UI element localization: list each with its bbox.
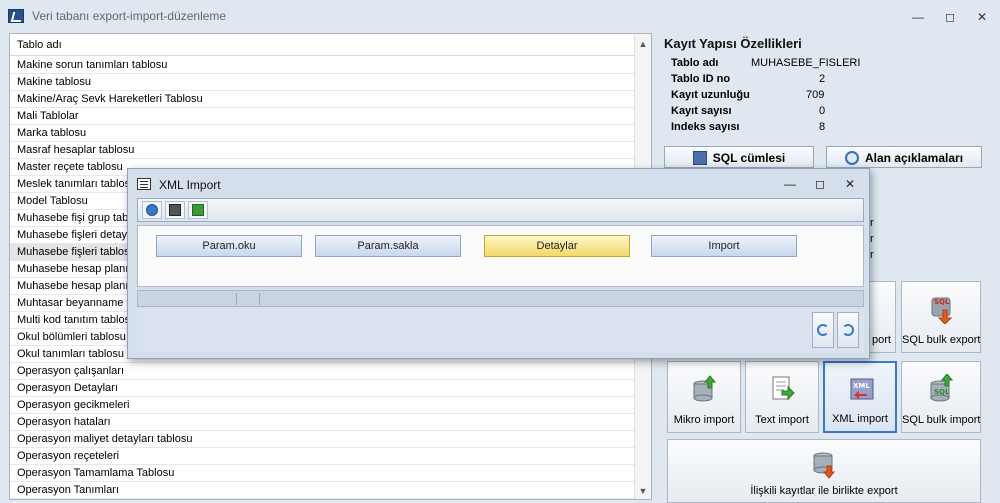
dialog-restore-button[interactable]: ◻ <box>808 176 832 192</box>
sql-icon <box>692 151 707 165</box>
prop-label: Kayıt uzunluğu <box>671 89 750 101</box>
field-descriptions-label: Alan açıklamaları <box>864 151 964 165</box>
sql-statement-button[interactable]: SQL cümlesi <box>664 146 814 168</box>
import-button[interactable]: Import <box>651 235 797 257</box>
scroll-down-icon[interactable]: ▼ <box>635 483 651 499</box>
prop-value: MUHASEBE_FISLERI <box>751 57 861 69</box>
table-list-item[interactable]: Operasyon gecikmeleri <box>10 397 635 414</box>
prop-value: 8 <box>819 121 826 133</box>
edit-form-icon[interactable] <box>188 201 208 219</box>
xml-import-label: XML import <box>832 413 888 425</box>
svg-text:SQL: SQL <box>934 388 950 396</box>
sql-bulk-export-tile[interactable]: SQL SQL bulk export <box>901 281 981 353</box>
mikro-import-label: Mikro import <box>673 414 735 426</box>
mikro-import-tile[interactable]: Mikro import <box>667 361 741 433</box>
undo-icon[interactable] <box>837 312 859 348</box>
sql-bulk-import-tile[interactable]: SQL SQL bulk import <box>901 361 981 433</box>
database-export-icon <box>813 452 836 479</box>
table-list-item[interactable]: Operasyon reçeteleri <box>10 448 635 465</box>
obscured-text: r <box>870 217 874 229</box>
table-list-header[interactable]: Tablo adı <box>10 34 635 56</box>
obscured-text: r <box>870 249 874 261</box>
prop-value: 0 <box>819 105 826 117</box>
xml-import-tile[interactable]: XML XML import <box>823 361 897 433</box>
grid-divider <box>236 293 237 305</box>
magnifier-icon <box>844 151 859 165</box>
related-records-export-label: İlişkili kayıtlar ile birlikte export <box>750 485 898 497</box>
dialog-close-button[interactable]: ✕ <box>838 176 862 192</box>
sql-bulk-import-label: SQL bulk import <box>902 414 981 426</box>
text-import-icon <box>772 376 795 401</box>
table-list-item[interactable]: Makine/Araç Sevk Hareketleri Tablosu <box>10 91 635 108</box>
dialog-actions: Param.oku Param.sakla Detaylar Import <box>137 225 864 287</box>
dialog-minimize-button[interactable]: — <box>778 176 802 192</box>
table-list-item[interactable]: Mali Tablolar <box>10 108 635 125</box>
table-list-item[interactable]: Masraf hesaplar tablosu <box>10 142 635 159</box>
close-button[interactable]: ✕ <box>969 8 995 26</box>
svg-text:SQL: SQL <box>934 298 950 306</box>
sql-bulk-export-label: SQL bulk export <box>902 334 981 346</box>
field-descriptions-button[interactable]: Alan açıklamaları <box>826 146 982 168</box>
text-import-label: Text import <box>755 414 809 426</box>
details-button[interactable]: Detaylar <box>484 235 630 257</box>
refresh-icon[interactable] <box>812 312 834 348</box>
table-list-item[interactable]: Operasyon Detayları <box>10 380 635 397</box>
svg-text:XML: XML <box>853 382 870 390</box>
xml-import-icon: XML <box>850 378 874 400</box>
calculator-icon[interactable] <box>165 201 185 219</box>
dialog-title: XML Import <box>159 178 221 192</box>
window-title: Veri tabanı export-import-düzenleme <box>32 9 227 23</box>
restore-button[interactable]: ◻ <box>937 8 963 26</box>
prop-value: 709 <box>806 89 825 101</box>
prop-value: 2 <box>819 73 826 85</box>
prop-label: Kayıt sayısı <box>671 105 732 117</box>
sql-import-icon: SQL <box>930 374 954 402</box>
table-list-item[interactable]: Operasyon hataları <box>10 414 635 431</box>
table-list-item[interactable]: Makine sorun tanımları tablosu <box>10 57 635 74</box>
save-params-button[interactable]: Param.sakla <box>315 235 461 257</box>
database-import-icon <box>693 375 717 402</box>
table-list-item[interactable]: Operasyon çalışanları <box>10 363 635 380</box>
properties-title: Kayıt Yapısı Özellikleri <box>664 36 802 51</box>
prop-label: Tablo adı <box>671 57 719 69</box>
dialog-toolbar <box>137 198 864 222</box>
prop-label: Indeks sayısı <box>671 121 740 133</box>
table-list-item[interactable]: Operasyon Tanımları <box>10 482 635 499</box>
related-records-export-tile[interactable]: İlişkili kayıtlar ile birlikte export <box>667 439 981 503</box>
dialog-grid-header <box>137 290 864 307</box>
table-list-item[interactable]: Operasyon Tamamlama Tablosu <box>10 465 635 482</box>
dialog-title-bar: XML Import — ◻ ✕ <box>128 169 869 197</box>
obscured-text: r <box>870 233 874 245</box>
app-logo-icon <box>8 9 24 23</box>
sql-statement-label: SQL cümlesi <box>712 151 786 165</box>
prop-label: Tablo ID no <box>671 73 731 85</box>
dialog-app-icon <box>137 178 151 190</box>
table-list-item[interactable]: Marka tablosu <box>10 125 635 142</box>
table-list-item[interactable]: Operasyon maliyet detayları tablosu <box>10 431 635 448</box>
grid-divider <box>259 293 260 305</box>
scroll-up-icon[interactable]: ▲ <box>635 36 651 52</box>
title-bar: Veri tabanı export-import-düzenleme — ◻ … <box>0 0 1000 32</box>
table-list-item[interactable]: Makine tablosu <box>10 74 635 91</box>
sql-export-icon: SQL <box>931 297 953 324</box>
minimize-button[interactable]: — <box>905 8 931 26</box>
dialog-footer <box>137 309 864 352</box>
xml-import-dialog: XML Import — ◻ ✕ Param.oku Param.sakla D… <box>127 168 870 359</box>
read-params-button[interactable]: Param.oku <box>156 235 302 257</box>
text-import-tile[interactable]: Text import <box>745 361 819 433</box>
help-icon[interactable] <box>142 201 162 219</box>
